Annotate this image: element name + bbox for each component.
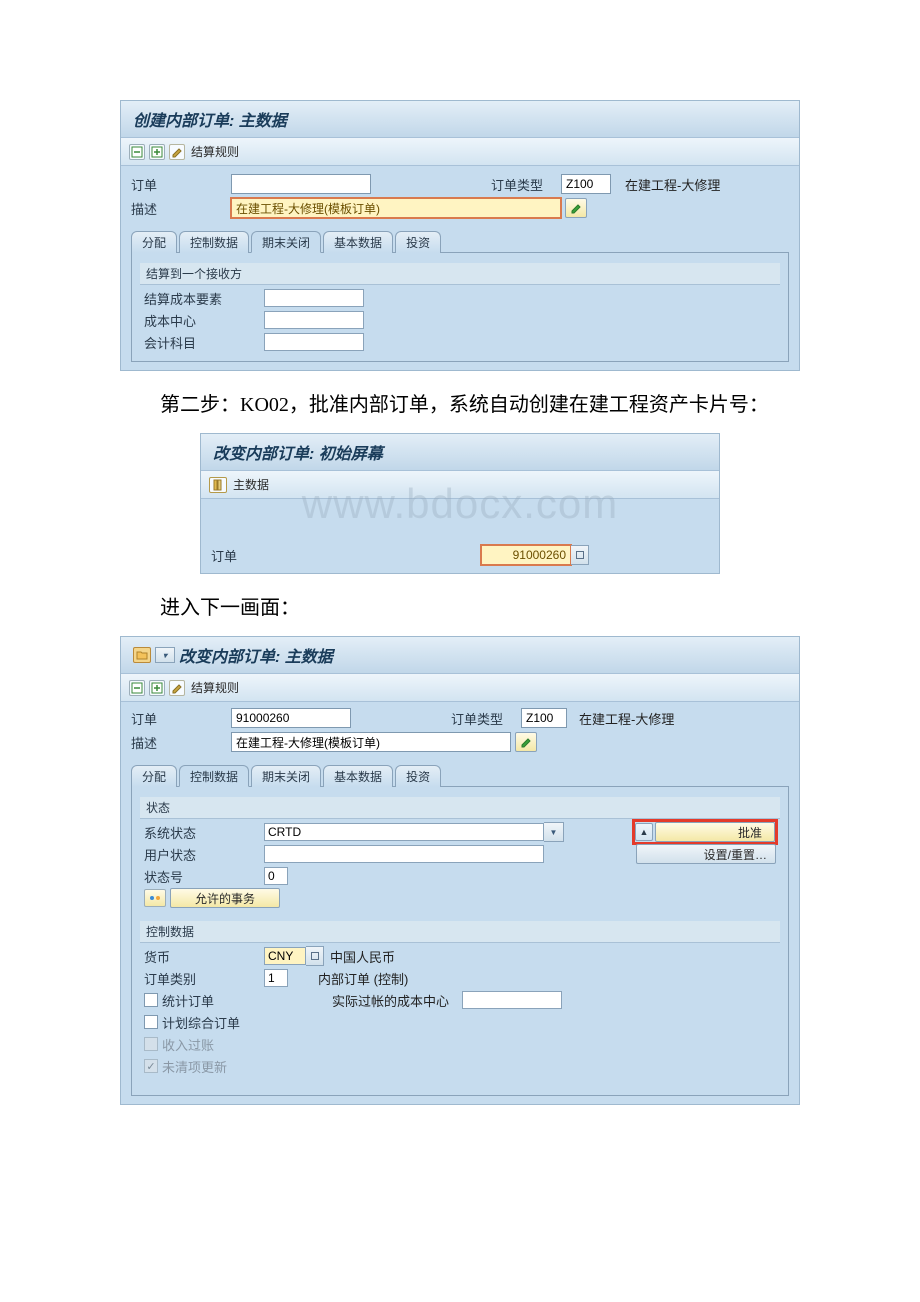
master-data-link[interactable]: 主数据 xyxy=(233,476,269,493)
master-data-icon[interactable] xyxy=(209,477,227,493)
narrative-next: 进入下一画面： xyxy=(120,592,800,624)
currency-search-icon[interactable] xyxy=(306,946,324,966)
panel3-title-bar: ▾ 改变内部订单: 主数据 xyxy=(121,637,799,674)
settlement-rule-link[interactable]: 结算规则 xyxy=(191,143,239,160)
edit-icon[interactable] xyxy=(169,144,185,160)
tab-assignment[interactable]: 分配 xyxy=(131,231,177,253)
tab-investment[interactable]: 投资 xyxy=(395,231,441,253)
cost-center-label: 成本中心 xyxy=(144,311,264,330)
long-text-btn[interactable] xyxy=(565,198,587,218)
status-num-input[interactable] xyxy=(264,867,288,885)
settlement-group-header: 结算到一个接收方 xyxy=(140,263,780,285)
order-type-label: 订单类型 xyxy=(491,175,561,194)
tab-investment-3[interactable]: 投资 xyxy=(395,765,441,787)
settlement-rule-link-3[interactable]: 结算规则 xyxy=(191,679,239,696)
revenue-label: 收入过账 xyxy=(162,1035,282,1054)
desc-label-3: 描述 xyxy=(131,733,231,752)
currency-text: 中国人民币 xyxy=(330,947,395,966)
currency-input[interactable] xyxy=(264,947,306,965)
panel3-toolbar: 结算规则 xyxy=(121,674,799,702)
open-item-label: 未清项更新 xyxy=(162,1057,282,1076)
panel1-title: 创建内部订单: 主数据 xyxy=(121,101,799,138)
desc-input[interactable] xyxy=(231,198,561,218)
panel3-title: 改变内部订单: 主数据 xyxy=(179,643,333,667)
order-cat-input[interactable] xyxy=(264,969,288,987)
panel1-tabs: 分配 控制数据 期末关闭 基本数据 投资 xyxy=(131,231,789,253)
tab-period-end[interactable]: 期末关闭 xyxy=(251,231,321,253)
narrative-step2: 第二步：KO02，批准内部订单，系统自动创建在建工程资产卡片号： xyxy=(120,389,800,421)
currency-label: 货币 xyxy=(144,947,264,966)
actual-cc-input[interactable] xyxy=(462,991,562,1009)
approve-button[interactable]: 批准 xyxy=(655,822,775,842)
cost-element-label: 结算成本要素 xyxy=(144,289,264,308)
status-num-label: 状态号 xyxy=(144,867,264,886)
expand-icon-3[interactable] xyxy=(129,680,145,696)
tab-control[interactable]: 控制数据 xyxy=(179,231,249,253)
panel2-title: 改变内部订单: 初始屏幕 xyxy=(201,434,719,471)
order-input-2[interactable] xyxy=(481,545,571,565)
order-label-2: 订单 xyxy=(211,546,301,565)
panel2-toolbar: 主数据 xyxy=(201,471,719,499)
order-type-label-3: 订单类型 xyxy=(451,709,521,728)
order-input-3[interactable] xyxy=(231,708,351,728)
folder-icon[interactable] xyxy=(133,647,151,663)
order-type-input-3[interactable] xyxy=(521,708,567,728)
stat-order-label: 统计订单 xyxy=(162,991,272,1010)
approve-up-icon[interactable]: ▲ xyxy=(635,823,653,841)
open-item-checkbox: ✓ xyxy=(144,1059,158,1073)
tab-general-3[interactable]: 基本数据 xyxy=(323,765,393,787)
desc-label: 描述 xyxy=(131,199,231,218)
change-io-master-panel: ▾ 改变内部订单: 主数据 结算规则 订单 订单类型 在建工程-大修理 描述 分… xyxy=(120,636,800,1105)
gl-account-label: 会计科目 xyxy=(144,333,264,352)
order-type-text: 在建工程-大修理 xyxy=(625,175,720,194)
tab-general[interactable]: 基本数据 xyxy=(323,231,393,253)
expand-icon[interactable] xyxy=(129,144,145,160)
plan-int-checkbox[interactable] xyxy=(144,1015,158,1029)
panel1-tabpanel: 结算到一个接收方 结算成本要素 成本中心 会计科目 xyxy=(131,252,789,362)
cost-element-input[interactable] xyxy=(264,289,364,307)
order-input[interactable] xyxy=(231,174,371,194)
collapse-icon-3[interactable] xyxy=(149,680,165,696)
change-io-init-panel: 改变内部订单: 初始屏幕 主数据 订单 www.bdocx.com xyxy=(200,433,720,574)
sys-status-dropdown-icon[interactable]: ▼ xyxy=(544,822,564,842)
tab-assignment-3[interactable]: 分配 xyxy=(131,765,177,787)
order-cat-text: 内部订单 (控制) xyxy=(318,969,408,988)
allowed-trans-button[interactable]: 允许的事务 xyxy=(170,888,280,908)
create-io-panel: 创建内部订单: 主数据 结算规则 订单 订单类型 在建工程-大修理 描述 分配 … xyxy=(120,100,800,371)
title-dropdown-icon[interactable]: ▾ xyxy=(155,647,175,663)
user-status-input[interactable] xyxy=(264,845,544,863)
stat-order-checkbox[interactable] xyxy=(144,993,158,1007)
order-type-input[interactable] xyxy=(561,174,611,194)
sys-status-label: 系统状态 xyxy=(144,823,264,842)
long-text-btn-3[interactable] xyxy=(515,732,537,752)
panel3-tabs: 分配 控制数据 期末关闭 基本数据 投资 xyxy=(131,765,789,787)
control-group-header: 控制数据 xyxy=(140,921,780,943)
plan-int-label: 计划综合订单 xyxy=(162,1013,282,1032)
transactions-icon[interactable] xyxy=(144,889,166,907)
approve-highlight-box: ▲ 批准 xyxy=(634,821,776,843)
revenue-checkbox xyxy=(144,1037,158,1051)
search-help-icon[interactable] xyxy=(571,545,589,565)
collapse-icon[interactable] xyxy=(149,144,165,160)
sys-status-input[interactable] xyxy=(264,823,544,841)
status-group-header: 状态 xyxy=(140,797,780,819)
order-label: 订单 xyxy=(131,175,231,194)
actual-cc-label: 实际过帐的成本中心 xyxy=(332,991,462,1010)
set-reset-button[interactable]: 设置/重置… xyxy=(636,844,776,864)
tab-control-3[interactable]: 控制数据 xyxy=(179,765,249,787)
order-label-3: 订单 xyxy=(131,709,231,728)
order-type-text-3: 在建工程-大修理 xyxy=(579,709,674,728)
panel1-toolbar: 结算规则 xyxy=(121,138,799,166)
desc-input-3[interactable] xyxy=(231,732,511,752)
cost-center-input[interactable] xyxy=(264,311,364,329)
panel3-tabpanel: 状态 系统状态 ▼ ▲ 批准 用户状态 设置/重置… 状态号 允许的事务 xyxy=(131,786,789,1096)
tab-period-end-3[interactable]: 期末关闭 xyxy=(251,765,321,787)
gl-account-input[interactable] xyxy=(264,333,364,351)
order-cat-label: 订单类别 xyxy=(144,969,264,988)
user-status-label: 用户状态 xyxy=(144,845,264,864)
edit-icon-3[interactable] xyxy=(169,680,185,696)
